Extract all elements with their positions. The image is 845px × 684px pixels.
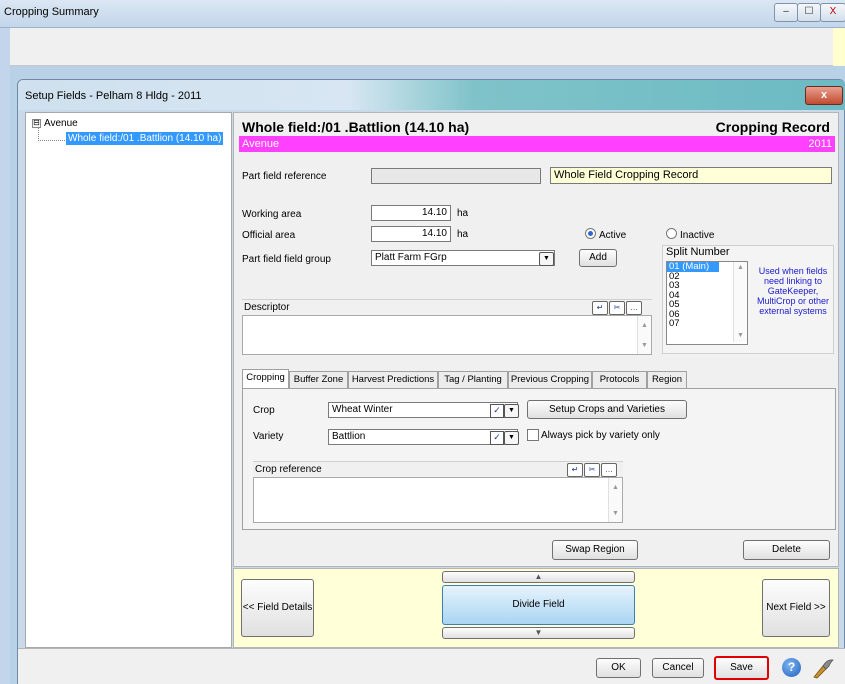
farm-name: Avenue (242, 138, 280, 150)
tab-buffer-zone[interactable]: Buffer Zone (289, 371, 348, 388)
outer-left-frame (0, 28, 10, 684)
cancel-button[interactable]: Cancel (652, 658, 704, 678)
radio-selected-icon (585, 228, 596, 239)
cropping-record-type-field: Whole Field Cropping Record (550, 167, 832, 184)
working-area-label: Working area (242, 209, 302, 220)
checkbox-checked-icon[interactable]: ✓ (490, 404, 504, 418)
working-area-input[interactable]: 14.10 (371, 205, 451, 221)
crop-label: Crop (253, 405, 275, 416)
checkbox-checked-icon[interactable]: ✓ (490, 431, 504, 445)
part-field-group-select[interactable]: Platt Farm FGrp (371, 250, 555, 266)
always-pick-checkbox[interactable] (527, 429, 539, 441)
always-pick-label: Always pick by variety only (541, 430, 660, 441)
help-icon[interactable]: ? (782, 658, 801, 677)
swap-region-button[interactable]: Swap Region (552, 540, 638, 560)
dialog-title: Setup Fields - Pelham 8 Hldg - 2011 (25, 90, 202, 102)
outer-title-bar: Cropping Summary – ☐ X (0, 0, 845, 28)
part-field-reference-label: Part field reference (242, 171, 327, 182)
cropping-record-panel: Whole field:/01 .Battlion (14.10 ha) Cro… (233, 112, 839, 567)
crop-reference-header: Crop reference ↵ ✂ … (253, 461, 623, 477)
scroll-up-button[interactable]: ▲ (442, 571, 635, 583)
inactive-radio[interactable]: Inactive (666, 228, 714, 241)
enter-icon[interactable]: ↵ (592, 301, 608, 315)
add-group-button[interactable]: Add (579, 249, 617, 267)
field-details-button[interactable]: << Field Details (241, 579, 314, 637)
split-number-note: Used when fields need linking to GateKee… (756, 266, 830, 316)
save-button[interactable]: Save (714, 656, 769, 680)
tree-connector (38, 128, 65, 141)
scroll-up-icon[interactable]: ▲ (612, 484, 619, 491)
split-number-panel: Split Number 01 (Main) 02 03 04 05 06 07… (662, 245, 834, 354)
scroll-down-icon[interactable]: ▼ (641, 342, 648, 349)
crop-reference-textarea[interactable]: ▲ ▼ (253, 477, 623, 523)
chevron-down-icon[interactable]: ▼ (504, 404, 519, 418)
more-icon[interactable]: … (601, 463, 617, 477)
navigation-area: << Field Details ▲ Divide Field ▼ Next F… (233, 568, 839, 648)
cropping-tab-panel: Crop Wheat Winter ✓ ▼ Setup Crops and Va… (242, 388, 836, 530)
field-title: Whole field:/01 .Battlion (14.10 ha) (242, 119, 470, 135)
split-number-list[interactable]: 01 (Main) 02 03 04 05 06 07 ▲ ▼ (666, 261, 748, 345)
tools-icon[interactable] (811, 657, 835, 679)
tab-harvest-predictions[interactable]: Harvest Predictions (348, 371, 438, 388)
scissors-icon[interactable]: ✂ (609, 301, 625, 315)
split-list-scrollbar[interactable]: ▲ ▼ (733, 262, 747, 342)
descriptor-label: Descriptor (244, 302, 290, 313)
active-label: Active (599, 230, 627, 241)
minimize-button[interactable]: – (774, 3, 798, 22)
descriptor-header: Descriptor ↵ ✂ … (242, 299, 652, 315)
field-tree: ⊟ Avenue Whole field:/01 .Battlion (14.10… (25, 112, 232, 648)
outer-window-title: Cropping Summary (4, 6, 99, 18)
tab-previous-cropping[interactable]: Previous Cropping (508, 371, 592, 388)
tab-protocols[interactable]: Protocols (592, 371, 647, 388)
split-number-title: Split Number (666, 246, 730, 258)
tab-cropping[interactable]: Cropping (242, 369, 289, 388)
radio-empty-icon (666, 228, 677, 239)
dialog-title-bar: Setup Fields - Pelham 8 Hldg - 2011 (18, 80, 845, 110)
maximize-button[interactable]: ☐ (797, 3, 821, 22)
scroll-down-icon[interactable]: ▼ (612, 510, 619, 517)
dialog-close-button[interactable]: x (805, 86, 843, 105)
collapse-icon[interactable]: ⊟ (32, 119, 41, 128)
official-area-label: Official area (242, 230, 296, 241)
chevron-down-icon[interactable]: ▼ (539, 252, 554, 266)
dialog-button-bar: OK Cancel Save ? (18, 648, 845, 684)
outer-toolbar-area (10, 28, 845, 66)
tab-tag-planting[interactable]: Tag / Planting (438, 371, 508, 388)
scissors-icon[interactable]: ✂ (584, 463, 600, 477)
next-field-button[interactable]: Next Field >> (762, 579, 830, 637)
variety-label: Variety (253, 431, 284, 442)
delete-button[interactable]: Delete (743, 540, 830, 560)
ok-button[interactable]: OK (596, 658, 641, 678)
descriptor-scrollbar[interactable]: ▲ ▼ (637, 316, 651, 354)
tree-item-whole-field[interactable]: Whole field:/01 .Battlion (14.10 ha) (66, 132, 224, 145)
crop-reference-scrollbar[interactable]: ▲ ▼ (608, 478, 622, 522)
setup-crops-varieties-button[interactable]: Setup Crops and Varieties (527, 400, 687, 419)
official-area-input[interactable]: 14.10 (371, 226, 451, 242)
part-field-group-label: Part field field group (242, 254, 331, 265)
active-radio[interactable]: Active (585, 228, 626, 241)
official-area-unit: ha (457, 229, 469, 240)
working-area-unit: ha (457, 208, 469, 219)
farm-year-bar: Avenue 2011 (239, 136, 835, 152)
scroll-up-icon[interactable]: ▲ (737, 264, 744, 271)
tab-region[interactable]: Region (647, 371, 687, 388)
scroll-up-icon[interactable]: ▲ (641, 322, 648, 329)
divide-field-button[interactable]: Divide Field (442, 585, 635, 625)
part-field-reference-input[interactable] (371, 168, 541, 184)
inactive-label: Inactive (680, 230, 715, 241)
scroll-down-button[interactable]: ▼ (442, 627, 635, 639)
record-title: Cropping Record (715, 119, 830, 135)
year: 2011 (808, 138, 832, 150)
outer-yellow-strip (833, 28, 845, 66)
descriptor-textarea[interactable]: ▲ ▼ (242, 315, 652, 355)
chevron-down-icon[interactable]: ▼ (504, 431, 519, 445)
crop-reference-label: Crop reference (255, 464, 322, 475)
enter-icon[interactable]: ↵ (567, 463, 583, 477)
scroll-down-icon[interactable]: ▼ (737, 332, 744, 339)
more-icon[interactable]: … (626, 301, 642, 315)
outer-close-button[interactable]: X (820, 3, 845, 22)
